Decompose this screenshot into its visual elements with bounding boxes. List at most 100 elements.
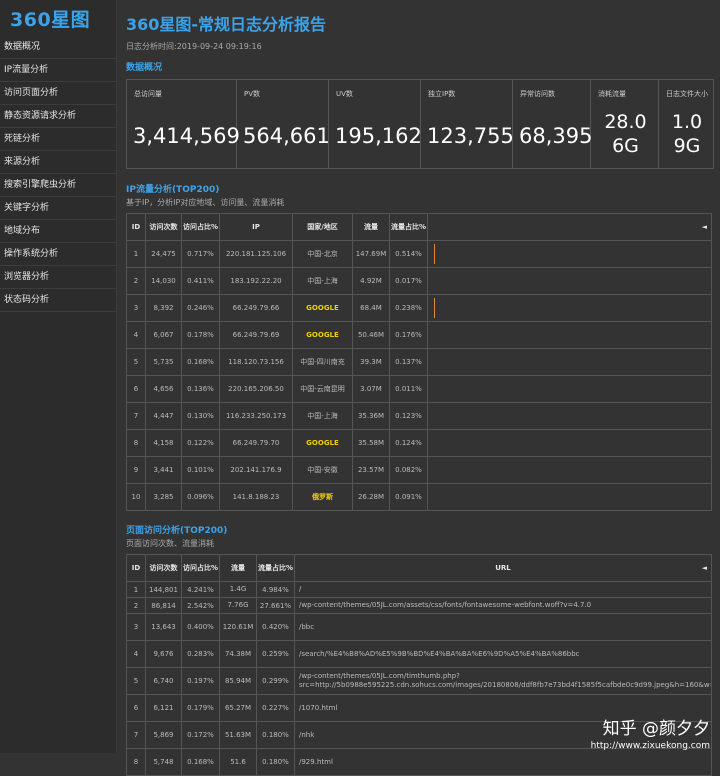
- ip-cell-pct: 0.136%: [181, 375, 220, 403]
- ip-cell-id: 9: [126, 456, 146, 484]
- ip-cell-tpct: 0.017%: [389, 267, 428, 295]
- ip-cell-region: 中国-四川南充: [292, 348, 353, 376]
- table-row: 8 4,158 0.122% 66.249.79.70 GOOGLE 35.58M 0.12…: [126, 429, 712, 457]
- page-cell-url[interactable]: /wp-content/themes/05JL.com/assets/css/f…: [294, 597, 712, 614]
- ip-cell-traffic: 26.28M: [352, 483, 390, 511]
- ip-cell-count: 4,447: [145, 402, 182, 430]
- main-content: 360星图-常规日志分析报告 日志分析时间:2019-09-24 09:19:1…: [126, 0, 716, 776]
- ip-table-header: 访问次数: [145, 213, 182, 241]
- collapse-arrow-icon[interactable]: ◄: [427, 213, 712, 241]
- stat-label: 总访问量: [134, 90, 162, 98]
- page-cell-tpct: 0.227%: [256, 694, 295, 722]
- ip-table: ID 访问次数 访问占比% IP 国家/地区 流量 流量占比% ◄ 1 24,475 0.717%…: [126, 213, 712, 511]
- ip-cell-pct: 0.168%: [181, 348, 220, 376]
- traffic-bar-cell: [427, 429, 712, 457]
- ip-cell-ip: 116.233.250.173: [219, 402, 293, 430]
- ip-cell-ip: 183.192.22.20: [219, 267, 293, 295]
- url-header-label: URL: [495, 564, 511, 572]
- table-row: 7 4,447 0.130% 116.233.250.173 中国-上海 35.36M 0.…: [126, 402, 712, 430]
- stat-label: 日志文件大小: [666, 90, 708, 98]
- page-cell-pct: 0.197%: [181, 667, 220, 695]
- sidebar-nav-item[interactable]: 数据概况: [0, 36, 116, 59]
- ip-cell-count: 14,030: [145, 267, 182, 295]
- traffic-bar: [434, 244, 435, 264]
- sidebar-nav-item[interactable]: 浏览器分析: [0, 266, 116, 289]
- ip-cell-traffic: 147.69M: [352, 240, 390, 268]
- page-cell-traffic: 85.94M: [219, 667, 257, 695]
- ip-cell-tpct: 0.176%: [389, 321, 428, 349]
- table-row: 3 8,392 0.246% 66.249.79.66 GOOGLE 68.4M 0.238…: [126, 294, 712, 322]
- ip-table-header: 访问占比%: [181, 213, 220, 241]
- table-row: 6 4,656 0.136% 220.165.206.50 中国-云南昆明 3.07M 0.…: [126, 375, 712, 403]
- traffic-bar-cell: [427, 402, 712, 430]
- stat-label: 消耗流量: [598, 90, 626, 98]
- sidebar-nav-item[interactable]: 操作系统分析: [0, 243, 116, 266]
- ip-cell-count: 4,656: [145, 375, 182, 403]
- ip-cell-region: GOOGLE: [292, 294, 353, 322]
- collapse-arrow-icon[interactable]: ◄: [702, 564, 707, 572]
- traffic-bar-cell: [427, 267, 712, 295]
- ip-cell-count: 4,158: [145, 429, 182, 457]
- watermark-url: http://www.zixuekong.com: [590, 741, 710, 751]
- ip-cell-pct: 0.178%: [181, 321, 220, 349]
- ip-cell-id: 10: [126, 483, 146, 511]
- page-cell-url[interactable]: /bbc: [294, 613, 712, 641]
- traffic-bar-cell: [427, 456, 712, 484]
- page-cell-url[interactable]: /: [294, 581, 712, 598]
- ip-cell-region: 中国-北京: [292, 240, 353, 268]
- sidebar-nav-item[interactable]: 来源分析: [0, 151, 116, 174]
- ip-cell-id: 1: [126, 240, 146, 268]
- overview-stats: 总访问量 3,414,569 PV数 564,661 UV数 195,162 独立IP数 12…: [126, 79, 714, 169]
- ip-cell-id: 7: [126, 402, 146, 430]
- table-row: 10 3,285 0.096% 141.8.188.23 俄罗斯 26.28M 0.091%: [126, 483, 712, 511]
- stat-value: 3,414,569: [133, 124, 240, 148]
- table-row: 1 144,801 4.241% 1.4G 4.984% /: [126, 581, 712, 598]
- page-table-header: 访问次数: [145, 554, 182, 582]
- stat-card: 异常访问数 68,395: [513, 80, 592, 168]
- ip-table-header: ID: [126, 213, 146, 241]
- table-row: 1 24,475 0.717% 220.181.125.106 中国-北京 147.69M…: [126, 240, 712, 268]
- ip-table-header: IP: [219, 213, 293, 241]
- stat-value: 28.06G: [604, 111, 647, 157]
- ip-cell-tpct: 0.091%: [389, 483, 428, 511]
- sidebar-nav-item[interactable]: 关键字分析: [0, 197, 116, 220]
- page-cell-id: 1: [126, 581, 146, 598]
- page-cell-pct: 0.172%: [181, 721, 220, 749]
- stat-label: 异常访问数: [520, 90, 555, 98]
- sidebar-nav-item[interactable]: 地域分布: [0, 220, 116, 243]
- sidebar-nav-item[interactable]: 静态资源请求分析: [0, 105, 116, 128]
- sidebar-nav-item[interactable]: 访问页面分析: [0, 82, 116, 105]
- page-cell-tpct: 0.420%: [256, 613, 295, 641]
- nav-list: 数据概况 IP流量分析 访问页面分析 静态资源请求分析 死链分析 来源分析 搜索引擎爬虫分析…: [0, 36, 116, 312]
- page-cell-url[interactable]: /search/%E4%B8%AD%E5%9B%BD%E4%BA%BA%E6%9…: [294, 640, 712, 668]
- table-row: 5 5,735 0.168% 118.120.73.156 中国-四川南充 39.3M 0.…: [126, 348, 712, 376]
- sidebar-nav-item[interactable]: 死链分析: [0, 128, 116, 151]
- page-table-header: 流量: [219, 554, 257, 582]
- sidebar-nav-item[interactable]: IP流量分析: [0, 59, 116, 82]
- traffic-bar-cell: [427, 483, 712, 511]
- page-cell-count: 5,869: [145, 721, 182, 749]
- ip-cell-pct: 0.096%: [181, 483, 220, 511]
- traffic-bar-cell: [427, 240, 712, 268]
- sidebar-nav-item[interactable]: 状态码分析: [0, 289, 116, 312]
- overview-title: 数据概况: [126, 63, 163, 73]
- table-row: 5 6,740 0.197% 85.94M 0.299%/wp-content/them…: [126, 667, 712, 695]
- sidebar-nav-item[interactable]: 搜索引擎爬虫分析: [0, 174, 116, 197]
- ip-cell-id: 5: [126, 348, 146, 376]
- analysis-time: 日志分析时间:2019-09-24 09:19:16: [126, 42, 262, 51]
- ip-cell-tpct: 0.514%: [389, 240, 428, 268]
- ip-cell-traffic: 35.58M: [352, 429, 390, 457]
- ip-section-subtitle: 基于IP，分析IP对应地域、访问量、流量消耗: [126, 198, 285, 207]
- ip-cell-tpct: 0.238%: [389, 294, 428, 322]
- table-row: 3 13,643 0.400% 120.61M 0.420%/bbc: [126, 613, 712, 641]
- ip-cell-pct: 0.130%: [181, 402, 220, 430]
- ip-cell-pct: 0.122%: [181, 429, 220, 457]
- page-cell-pct: 0.400%: [181, 613, 220, 641]
- ip-cell-traffic: 4.92M: [352, 267, 390, 295]
- page-table-header: ID: [126, 554, 146, 582]
- stat-card: PV数 564,661: [237, 80, 330, 168]
- traffic-bar-cell: [427, 294, 712, 322]
- page-table-header: 访问占比%: [181, 554, 220, 582]
- page-cell-url[interactable]: /wp-content/themes/05JL.com/timthumb.php…: [294, 667, 712, 695]
- page-cell-traffic: 7.76G: [219, 597, 257, 614]
